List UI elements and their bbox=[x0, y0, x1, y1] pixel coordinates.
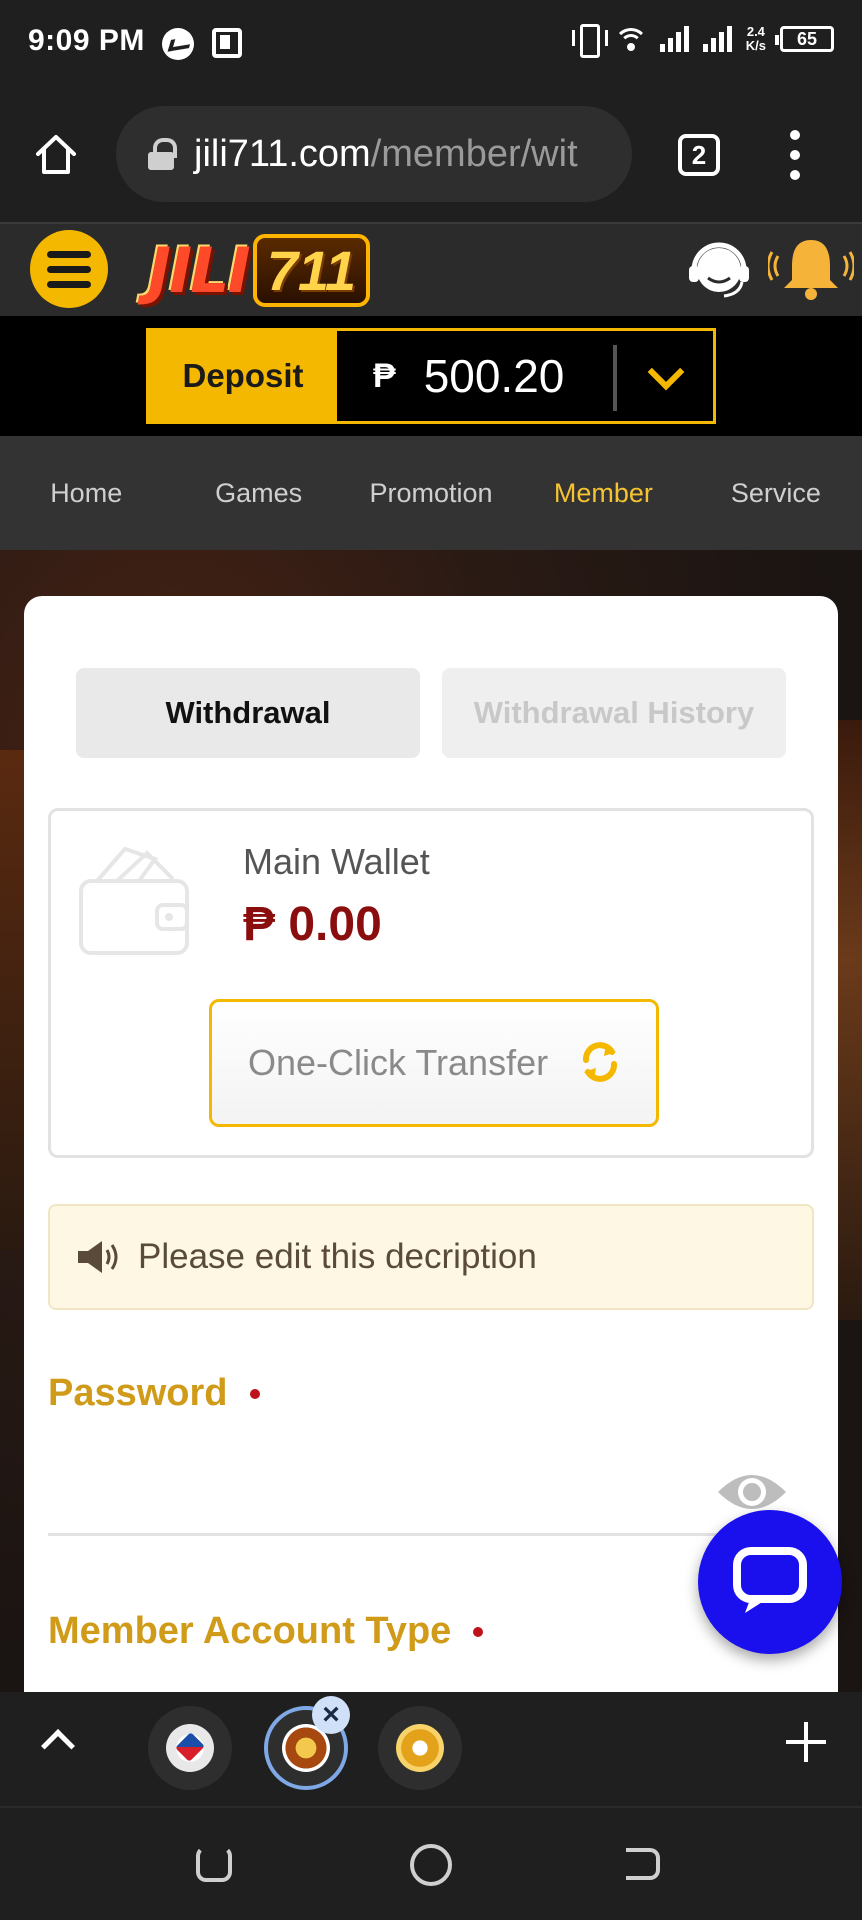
password-input[interactable] bbox=[48, 1456, 814, 1536]
nav-home[interactable]: Home bbox=[0, 478, 172, 509]
home-circle-icon[interactable] bbox=[410, 1844, 452, 1886]
balance-display: ₱ 500.20 bbox=[337, 331, 713, 421]
coin-favicon-icon bbox=[396, 1724, 444, 1772]
member-account-type-label: Member Account Type bbox=[48, 1610, 484, 1653]
network-speed: 2.4 K/s bbox=[745, 24, 766, 53]
balance-box: Deposit ₱ 500.20 bbox=[146, 328, 716, 424]
withdrawal-card: Withdrawal Withdrawal History Main Walle… bbox=[24, 596, 838, 1692]
hamburger-menu-icon[interactable] bbox=[30, 230, 108, 308]
required-indicator bbox=[249, 1388, 260, 1399]
browser-toolbar: jili711.com/member/wit 2 bbox=[0, 88, 862, 222]
status-bar: 9:09 PM 2.4 K/s 65 bbox=[0, 0, 862, 88]
notice-text: Please edit this decription bbox=[138, 1237, 537, 1276]
refresh-icon bbox=[583, 1042, 617, 1082]
nav-member[interactable]: Member bbox=[517, 478, 689, 509]
browser-tab-1[interactable] bbox=[148, 1706, 232, 1790]
customer-support-icon[interactable] bbox=[684, 234, 754, 304]
pi-app-icon bbox=[212, 28, 242, 58]
main-wallet-panel: Main Wallet ₱ 0.00 One-Click Transfer bbox=[48, 808, 814, 1158]
url-host: jili711.com bbox=[194, 132, 371, 175]
chat-bubble-icon bbox=[733, 1547, 807, 1613]
chevron-down-icon[interactable] bbox=[647, 353, 685, 391]
required-indicator bbox=[473, 1626, 484, 1637]
one-click-transfer-button[interactable]: One-Click Transfer bbox=[209, 999, 659, 1127]
vibrate-icon bbox=[571, 22, 608, 58]
address-bar[interactable]: jili711.com/member/wit bbox=[116, 106, 632, 202]
notification-bell-icon[interactable] bbox=[768, 232, 854, 306]
live-chat-button[interactable] bbox=[698, 1510, 842, 1654]
balance-amount: 500.20 bbox=[423, 350, 565, 402]
nav-games[interactable]: Games bbox=[172, 478, 344, 509]
tab-withdrawal[interactable]: Withdrawal bbox=[76, 668, 420, 758]
battery-icon: 65 bbox=[775, 26, 834, 52]
back-icon[interactable] bbox=[626, 1848, 660, 1880]
browser-tab-strip: × bbox=[0, 1692, 862, 1806]
messenger-icon bbox=[162, 28, 194, 60]
signal-icon bbox=[702, 26, 732, 52]
close-tab-icon[interactable]: × bbox=[312, 1696, 350, 1734]
deposit-button[interactable]: Deposit bbox=[149, 331, 337, 421]
signal-icon bbox=[659, 26, 689, 52]
nav-service[interactable]: Service bbox=[690, 478, 862, 509]
wallet-amount: ₱ 0.00 bbox=[243, 898, 382, 951]
notice-banner: Please edit this decription bbox=[48, 1204, 814, 1310]
collapse-up-icon[interactable] bbox=[41, 1729, 75, 1763]
home-icon[interactable] bbox=[34, 132, 78, 176]
balance-bar: Deposit ₱ 500.20 bbox=[0, 316, 862, 436]
nav-promotion[interactable]: Promotion bbox=[345, 478, 517, 509]
system-navigation-bar bbox=[0, 1806, 862, 1920]
browser-tab-3[interactable] bbox=[378, 1706, 462, 1790]
main-nav: Home Games Promotion Member Service bbox=[0, 436, 862, 550]
balance-divider bbox=[613, 345, 617, 411]
tab-withdrawal-history[interactable]: Withdrawal History bbox=[442, 668, 786, 758]
site-header: JILI 711 bbox=[0, 222, 862, 316]
transfer-label: One-Click Transfer bbox=[248, 1042, 549, 1083]
overflow-menu-icon[interactable] bbox=[780, 130, 810, 180]
status-right-group: 2.4 K/s 65 bbox=[571, 22, 834, 58]
add-tab-icon[interactable] bbox=[786, 1722, 826, 1762]
recents-icon[interactable] bbox=[196, 1846, 232, 1882]
status-time: 9:09 PM bbox=[28, 24, 145, 57]
site-logo[interactable]: JILI 711 bbox=[148, 228, 370, 312]
site-favicon-icon bbox=[166, 1724, 214, 1772]
tab-switcher-button[interactable]: 2 bbox=[678, 134, 720, 176]
currency-symbol: ₱ bbox=[373, 356, 396, 395]
wifi-icon bbox=[615, 26, 646, 52]
wallet-icon bbox=[79, 846, 189, 955]
wallet-label: Main Wallet bbox=[243, 841, 430, 882]
speaker-icon bbox=[78, 1241, 118, 1273]
url-path: /member/wit bbox=[370, 132, 578, 175]
lock-icon bbox=[148, 138, 177, 170]
password-label: Password bbox=[48, 1372, 260, 1415]
